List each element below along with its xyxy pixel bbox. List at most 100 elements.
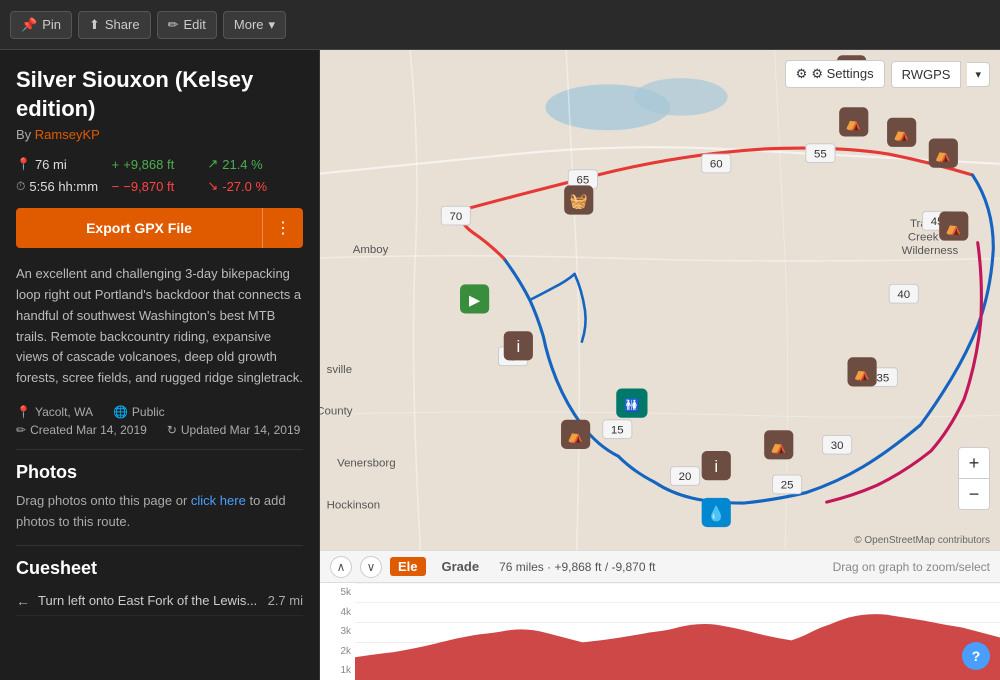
- y-label-3k: 3k: [320, 626, 355, 637]
- svg-text:⛺: ⛺: [945, 220, 962, 235]
- distance-value: 76 mi: [35, 157, 67, 172]
- pin-icon: 📌: [21, 17, 37, 33]
- share-label: Share: [105, 17, 140, 32]
- chevron-down-icon: ▾: [269, 17, 276, 33]
- svg-text:County: County: [320, 406, 353, 418]
- distance-marker-40: 40: [889, 284, 918, 303]
- export-gpx-button[interactable]: Export GPX File: [16, 208, 262, 248]
- cue-text: Turn left onto East Fork of the Lewis...: [38, 593, 257, 608]
- more-button[interactable]: More ▾: [223, 11, 286, 39]
- climbing-arrow-icon: ↗: [207, 156, 218, 172]
- svg-text:Creek: Creek: [908, 232, 939, 244]
- elevation-svg: [320, 583, 1000, 680]
- more-label: More: [234, 17, 264, 32]
- edit-icon: ✏: [168, 17, 179, 33]
- author-prefix: By: [16, 127, 31, 142]
- grade-tab[interactable]: Grade: [434, 557, 488, 576]
- svg-text:⛺: ⛺: [845, 116, 862, 131]
- elevation-chart[interactable]: 5k 4k 3k 2k 1k: [320, 583, 1000, 680]
- dots-icon: ⋮: [275, 220, 291, 237]
- click-here-link[interactable]: click here: [191, 493, 246, 508]
- svg-text:25: 25: [781, 480, 794, 492]
- svg-text:▶: ▶: [469, 293, 481, 309]
- distance-marker-60: 60: [702, 154, 731, 173]
- gear-icon: ⚙: [796, 66, 808, 82]
- share-button[interactable]: ⬆ Share: [78, 11, 151, 39]
- map-controls-top: ⚙ ⚙ Settings RWGPS ▾: [785, 60, 990, 88]
- svg-text:Venersborg: Venersborg: [337, 458, 396, 470]
- divider-1: [16, 449, 303, 450]
- meta-row-2: ✏ Created Mar 14, 2019 ↻ Updated Mar 14,…: [16, 423, 303, 437]
- divider-2: [16, 545, 303, 546]
- svg-text:Wilderness: Wilderness: [902, 245, 959, 257]
- map-container: Amboy sville County Venersborg Hockinson…: [320, 50, 1000, 680]
- svg-text:💧: 💧: [707, 505, 725, 523]
- updated-value: Updated Mar 14, 2019: [181, 423, 300, 437]
- svg-text:Amboy: Amboy: [353, 244, 389, 256]
- map-zoom-controls: + −: [958, 447, 990, 510]
- elevation-y-labels: 5k 4k 3k 2k 1k: [320, 583, 355, 680]
- distance-marker-30: 30: [823, 435, 852, 454]
- svg-text:⛺: ⛺: [935, 147, 952, 162]
- photos-description: Drag photos onto this page or click here…: [16, 491, 303, 533]
- cue-distance: 2.7 mi: [268, 593, 303, 608]
- rwgps-dropdown-button[interactable]: ▾: [967, 62, 990, 87]
- help-button[interactable]: ?: [962, 642, 990, 670]
- stats-grid: 📍 76 mi + +9,868 ft ↗ 21.4 % ⏱ 5:56 hh:m…: [16, 156, 303, 194]
- descent-pct-stat: ↘ -27.0 %: [207, 178, 303, 194]
- elev-next-button[interactable]: ∨: [360, 556, 382, 578]
- toolbar: 📌 Pin ⬆ Share ✏ Edit More ▾: [0, 0, 1000, 50]
- ele-tab[interactable]: Ele: [390, 557, 426, 576]
- y-label-5k: 5k: [320, 587, 355, 598]
- y-label-4k: 4k: [320, 607, 355, 618]
- edit-button[interactable]: ✏ Edit: [157, 11, 217, 39]
- pin-button[interactable]: 📌 Pin: [10, 11, 72, 39]
- export-options-button[interactable]: ⋮: [262, 208, 303, 248]
- up-icon: +: [112, 157, 120, 172]
- map-svg: Amboy sville County Venersborg Hockinson…: [320, 50, 1000, 550]
- zoom-out-button[interactable]: −: [959, 479, 989, 509]
- svg-text:30: 30: [831, 440, 844, 452]
- author-link[interactable]: RamseyKP: [35, 127, 100, 142]
- route-title: Silver Siouxon (Kelsey edition): [16, 66, 303, 123]
- elevation-loss-stat: − −9,870 ft: [112, 178, 208, 194]
- rwgps-label: RWGPS: [902, 67, 951, 82]
- location-icon: 📍: [16, 405, 31, 419]
- svg-text:55: 55: [814, 148, 827, 160]
- descent-arrow-icon: ↘: [207, 178, 218, 194]
- time-stat: ⏱ 5:56 hh:mm: [16, 178, 112, 194]
- created-meta: ✏ Created Mar 14, 2019: [16, 423, 147, 437]
- photos-title: Photos: [16, 462, 303, 483]
- created-value: Created Mar 14, 2019: [30, 423, 147, 437]
- zoom-in-button[interactable]: +: [959, 448, 989, 478]
- globe-icon: 🌐: [113, 405, 128, 419]
- svg-text:⛺: ⛺: [567, 429, 584, 444]
- settings-button[interactable]: ⚙ ⚙ Settings: [785, 60, 885, 88]
- elevation-gain-value: +9,868 ft: [123, 157, 174, 172]
- svg-text:sville: sville: [327, 364, 352, 376]
- svg-text:Hockinson: Hockinson: [327, 499, 380, 511]
- distance-marker-15: 15: [603, 420, 632, 439]
- elevation-toolbar: ∧ ∨ Ele Grade 76 miles · +9,868 ft / -9,…: [320, 551, 1000, 583]
- descent-pct-value: -27.0 %: [222, 179, 267, 194]
- cue-item: ← Turn left onto East Fork of the Lewis.…: [16, 587, 303, 616]
- meta-row-1: 📍 Yacolt, WA 🌐 Public: [16, 405, 303, 419]
- climbing-pct-stat: ↗ 21.4 %: [207, 156, 303, 172]
- export-row: Export GPX File ⋮: [16, 208, 303, 248]
- chevron-up-icon: ∧: [337, 560, 346, 574]
- elevation-gain-stat: + +9,868 ft: [112, 156, 208, 172]
- share-icon: ⬆: [89, 17, 100, 33]
- svg-text:⛺: ⛺: [854, 366, 871, 381]
- svg-text:🚻: 🚻: [624, 397, 640, 412]
- pencil-icon: ✏: [16, 423, 26, 437]
- location-meta: 📍 Yacolt, WA: [16, 405, 93, 419]
- elev-prev-button[interactable]: ∧: [330, 556, 352, 578]
- elevation-hint: Drag on graph to zoom/select: [833, 560, 990, 574]
- elevation-loss-value: −9,870 ft: [123, 179, 174, 194]
- cuesheet-title: Cuesheet: [16, 558, 303, 579]
- svg-text:🧺: 🧺: [570, 194, 588, 210]
- main-content: Silver Siouxon (Kelsey edition) By Ramse…: [0, 50, 1000, 680]
- rwgps-button[interactable]: RWGPS: [891, 61, 962, 88]
- map[interactable]: Amboy sville County Venersborg Hockinson…: [320, 50, 1000, 550]
- svg-text:35: 35: [877, 372, 890, 384]
